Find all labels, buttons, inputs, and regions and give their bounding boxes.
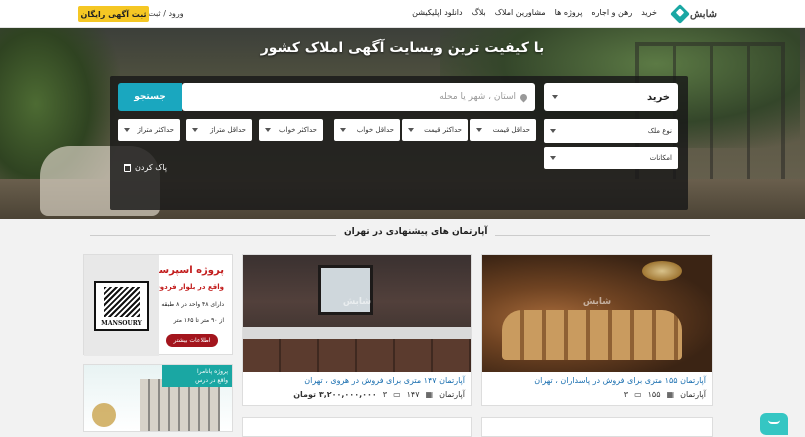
location-input[interactable]: استان ، شهر یا محله xyxy=(182,83,535,111)
main-nav: خرید رهن و اجاره پروژه ها مشاورین املاک … xyxy=(412,8,657,17)
nav-blog[interactable]: بلاگ xyxy=(472,8,486,17)
listing-card-partial[interactable] xyxy=(481,417,713,437)
photo-watermark: شابش xyxy=(582,296,612,307)
min-bedrooms-label: حداقل خواب xyxy=(356,126,394,134)
hero-banner: با کیفیت ترین وبسایت آگهی املاک کشور خری… xyxy=(0,28,805,219)
min-area-select[interactable]: حداقل متراژ xyxy=(186,119,252,141)
ad-title: پروژه پانامرا xyxy=(196,368,228,375)
clear-filters-label: پاک کردن xyxy=(135,163,168,172)
location-placeholder: استان ، شهر یا محله xyxy=(439,92,516,102)
map-pin-icon xyxy=(518,92,529,102)
listing-type: آپارتمان xyxy=(680,390,706,399)
top-navbar: شابش خرید رهن و اجاره پروژه ها مشاورین ا… xyxy=(0,0,805,28)
ad-line-units: دارای ۴۸ واحد در ۸ طبقه xyxy=(161,301,224,308)
listing-card[interactable]: شابش آپارتمان ۱۵۵ متری برای فروش در پاسد… xyxy=(481,254,713,406)
chevron-down-icon xyxy=(192,128,198,132)
min-area-label: حداقل متراژ xyxy=(210,126,246,134)
ad-banner-esperesa[interactable]: پروژه اسپرسا واقع در بلوار فردوس دارای ۴… xyxy=(83,254,233,356)
nav-buy[interactable]: خرید xyxy=(641,8,657,17)
nav-projects[interactable]: پروژه ها xyxy=(555,8,583,17)
bed-icon: ▭ xyxy=(634,390,642,399)
max-price-label: حداکثر قیمت xyxy=(424,126,462,134)
max-price-select[interactable]: حداکثر قیمت xyxy=(402,119,468,141)
nav-download-app[interactable]: دانلود اپلیکیشن xyxy=(412,8,462,17)
area-icon: ▦ xyxy=(425,390,434,399)
listing-photo[interactable]: شابش xyxy=(243,255,471,372)
amenities-label: امکانات xyxy=(649,154,672,162)
deal-type-select[interactable]: خرید xyxy=(544,83,678,111)
chevron-down-icon xyxy=(340,128,346,132)
chevron-down-icon xyxy=(408,128,414,132)
chat-smile-icon xyxy=(768,420,780,424)
listing-card[interactable]: شابش آپارتمان ۱۴۷ متری برای فروش در هروی… xyxy=(242,254,472,406)
cabinet-image-detail xyxy=(243,339,471,372)
nav-agents[interactable]: مشاورین املاک xyxy=(495,8,546,17)
listing-title[interactable]: آپارتمان ۱۴۷ متری برای فروش در هروی ، ته… xyxy=(304,376,465,385)
chevron-down-icon xyxy=(476,128,482,132)
ad-line-area: از ۹۰ متر تا ۱۶۵ متر xyxy=(173,317,224,324)
listing-title[interactable]: آپارتمان ۱۵۵ متری برای فروش در پاسداران … xyxy=(534,376,706,385)
listing-rooms: ۳ xyxy=(623,390,629,399)
ad-logo-panel: MANSOURY xyxy=(84,255,159,356)
window-image-detail xyxy=(318,265,373,315)
max-area-select[interactable]: حداکثر متراژ xyxy=(118,119,180,141)
deal-type-value: خرید xyxy=(647,91,670,103)
section-divider: آپارتمان های پیشنهادی در تهران xyxy=(90,227,710,237)
nav-rent[interactable]: رهن و اجاره xyxy=(591,8,632,17)
listing-type: آپارتمان xyxy=(439,390,465,399)
ad-title: پروژه اسپرسا xyxy=(155,265,225,276)
listing-meta: آپارتمان ▦ ۱۴۷ ▭ ۳ ۳,۲۰۰,۰۰۰,۰۰۰ تومان xyxy=(293,390,465,399)
ad-banner-panamera[interactable]: پروژه پانامرا واقع در درس xyxy=(83,364,233,432)
area-icon: ▦ xyxy=(666,390,675,399)
trash-icon xyxy=(124,163,131,172)
clear-filters-button[interactable]: پاک کردن xyxy=(124,163,167,172)
more-info-button[interactable]: اطلاعات بیشتر xyxy=(166,334,218,347)
photo-watermark: شابش xyxy=(342,296,372,307)
min-bedrooms-select[interactable]: حداقل خواب xyxy=(334,119,400,141)
counter-image-detail xyxy=(243,327,471,339)
diamond-logo-icon xyxy=(670,4,690,24)
property-type-select[interactable]: نوع ملک xyxy=(544,119,678,143)
post-free-ad-button[interactable]: ثبت آگهی رایگان xyxy=(78,6,149,22)
chevron-down-icon xyxy=(124,128,130,132)
hero-title: با کیفیت ترین وبسایت آگهی املاک کشور xyxy=(260,40,545,56)
listing-meta: آپارتمان ▦ ۱۵۵ ▭ ۳ xyxy=(624,390,706,399)
amenities-select[interactable]: امکانات xyxy=(544,147,678,169)
min-price-label: حداقل قیمت xyxy=(492,126,530,134)
ad-subtitle: واقع در درس xyxy=(195,377,228,384)
search-button[interactable]: جستجو xyxy=(118,83,182,111)
listing-card-partial[interactable] xyxy=(242,417,472,437)
chandelier-image-detail xyxy=(642,261,682,281)
mansoury-logo-text: MANSOURY xyxy=(101,320,142,327)
site-logo[interactable]: شابش xyxy=(670,4,717,24)
emblem-icon xyxy=(92,403,116,427)
listing-area: ۱۵۵ xyxy=(647,390,661,399)
min-price-select[interactable]: حداقل قیمت xyxy=(470,119,536,141)
listing-price: ۳,۲۰۰,۰۰۰,۰۰۰ تومان xyxy=(293,390,377,399)
bed-icon: ▭ xyxy=(393,390,401,399)
ad-header: پروژه پانامرا واقع در درس xyxy=(162,365,232,387)
max-bedrooms-select[interactable]: حداکثر خواب xyxy=(259,119,323,141)
ad-subtitle: واقع در بلوار فردوس xyxy=(150,283,224,291)
section-title: آپارتمان های پیشنهادی در تهران xyxy=(336,227,496,237)
mansoury-logo: MANSOURY xyxy=(94,281,149,331)
chevron-down-icon xyxy=(550,129,556,133)
listing-area: ۱۴۷ xyxy=(406,390,420,399)
chevron-down-icon xyxy=(552,95,558,99)
chevron-down-icon xyxy=(550,156,556,160)
max-bedrooms-label: حداکثر خواب xyxy=(279,126,317,134)
listing-photo[interactable]: شابش xyxy=(482,255,712,372)
search-panel: خرید استان ، شهر یا محله جستجو نوع ملک ح… xyxy=(110,76,688,210)
mansoury-logo-mark-icon xyxy=(103,287,140,317)
chevron-down-icon xyxy=(265,128,271,132)
furniture-image-detail xyxy=(502,310,682,360)
property-type-label: نوع ملک xyxy=(647,127,672,135)
max-area-label: حداکثر متراژ xyxy=(137,126,174,134)
listing-rooms: ۳ xyxy=(382,390,388,399)
brand-name: شابش xyxy=(690,8,717,20)
